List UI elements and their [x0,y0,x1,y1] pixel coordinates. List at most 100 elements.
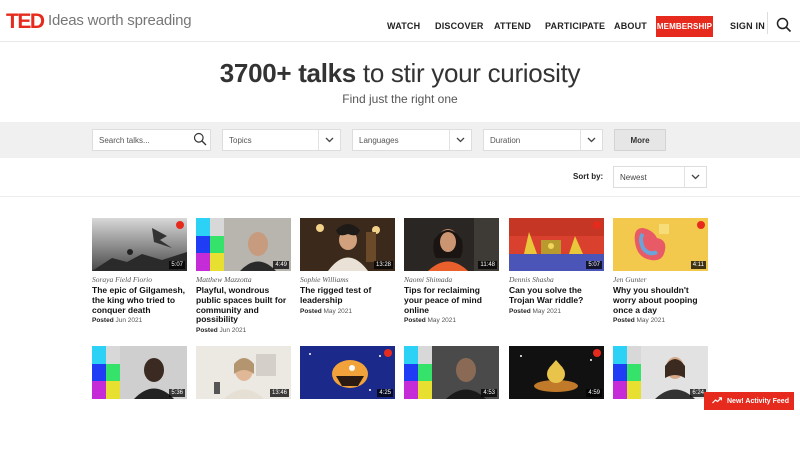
duration-badge: 4:25 [377,389,393,397]
talk-card[interactable]: 11:48 Naomi Shimada Tips for reclaiming … [404,218,499,324]
duration-badge: 4:49 [273,261,289,269]
duration-badge: 5:07 [169,261,185,269]
posted-label: Posted [404,317,426,325]
posted-date: May 2021 [532,307,562,315]
trending-up-icon [712,396,723,406]
talk-card[interactable]: 5:07 Soraya Field Fiorio The epic of Gil… [92,218,187,324]
page-title-count: 3700+ talks [219,58,357,88]
nav-attend[interactable]: ATTEND [494,22,531,31]
sort-value: Newest [620,172,647,182]
talk-card[interactable]: 4:53 [404,346,499,399]
divider [0,196,800,197]
chevron-down-icon [580,130,602,150]
talk-posted: Posted May 2021 [509,308,604,315]
talk-speaker: Dennis Shasha [509,275,554,284]
talk-card[interactable]: 5:07 Dennis Shasha Can you solve the Tro… [509,218,604,315]
topics-dropdown[interactable]: Topics [222,129,341,151]
talk-posted: Posted Jun 2021 [92,317,187,324]
header-search-icon[interactable] [776,17,792,38]
top-navigation-bar: TED Ideas worth spreading WATCH DISCOVER… [0,0,800,42]
posted-date: Jun 2021 [219,327,247,335]
posted-label: Posted [92,317,114,325]
talk-speaker: Sophie Williams [300,275,349,284]
duration-badge: 5:07 [586,261,602,269]
search-icon[interactable] [193,132,207,148]
membership-button[interactable]: MEMBERSHIP [656,16,713,37]
talk-card[interactable]: 4:11 Jen Gunter Why you shouldn't worry … [613,218,708,324]
talk-card[interactable]: 4:49 Matthew Mazzotta Playful, wondrous … [196,218,291,334]
nav-participate[interactable]: PARTICIPATE [545,22,605,31]
chevron-down-icon [684,167,706,187]
talk-posted: Posted May 2021 [300,308,395,315]
talk-thumbnail[interactable]: 4:11 [613,218,708,271]
ted-logo[interactable]: TED [6,11,45,32]
languages-label: Languages [359,135,399,145]
sort-label: Sort by: [573,172,604,181]
talk-thumbnail[interactable]: 4:25 [300,346,395,399]
talk-speaker: Matthew Mazzotta [196,275,252,284]
duration-badge: 13:28 [373,261,393,269]
talk-thumbnail[interactable]: 11:48 [404,218,499,271]
more-filters-button[interactable]: More [614,129,666,151]
talk-thumbnail[interactable]: 5:36 [92,346,187,399]
sign-in-link[interactable]: SIGN IN [730,22,765,31]
talk-card[interactable]: 13:46 [196,346,291,399]
topics-label: Topics [229,135,252,145]
nav-discover[interactable]: DISCOVER [435,22,484,31]
chevron-down-icon [318,130,340,150]
talk-thumbnail[interactable]: 4:59 [509,346,604,399]
talk-title[interactable]: The epic of Gilgamesh, the king who trie… [92,285,187,315]
talk-title[interactable]: The rigged test of leadership [300,285,395,306]
posted-label: Posted [509,307,531,315]
posted-date: May 2021 [323,307,353,315]
duration-badge: 4:53 [481,389,497,397]
sort-dropdown[interactable]: Newest [613,166,707,188]
activity-feed-label: New! Activity Feed [727,397,789,405]
talk-card[interactable]: 6:24 [613,346,708,399]
search-talks-input[interactable]: Search talks... [92,129,211,151]
talk-card[interactable]: 4:59 [509,346,604,399]
talk-title[interactable]: Tips for reclaiming your peace of mind o… [404,285,499,315]
talk-speaker: Jen Gunter [613,275,647,284]
duration-dropdown[interactable]: Duration [483,129,603,151]
talk-card[interactable]: 4:25 [300,346,395,399]
duration-badge: 13:46 [269,389,289,397]
talk-thumbnail[interactable]: 6:24 [613,346,708,399]
nav-watch[interactable]: WATCH [387,22,420,31]
talk-thumbnail[interactable]: 13:28 [300,218,395,271]
talk-title[interactable]: Playful, wondrous public spaces built fo… [196,285,291,325]
talk-thumbnail[interactable]: 4:53 [404,346,499,399]
activity-feed-button[interactable]: New! Activity Feed [704,392,794,410]
nav-about[interactable]: ABOUT [614,22,647,31]
posted-date: May 2021 [636,317,666,325]
talk-speaker: Naomi Shimada [404,275,453,284]
posted-date: Jun 2021 [115,317,143,325]
talk-title[interactable]: Why you shouldn't worry about pooping on… [613,285,708,315]
talk-speaker: Soraya Field Fiorio [92,275,152,284]
ted-badge-icon [593,349,601,357]
talk-posted: Posted May 2021 [404,317,499,324]
posted-date: May 2021 [427,317,457,325]
search-talks-placeholder: Search talks... [99,135,150,145]
page-subtitle: Find just the right one [342,92,458,106]
talk-thumbnail[interactable]: 4:49 [196,218,291,271]
talk-thumbnail[interactable]: 5:07 [92,218,187,271]
duration-badge: 4:59 [586,389,602,397]
duration-label: Duration [490,135,521,145]
posted-label: Posted [196,327,218,335]
ted-badge-icon [176,221,184,229]
duration-badge: 4:11 [690,261,706,269]
talk-card[interactable]: 5:36 [92,346,187,399]
ted-badge-icon [384,349,392,357]
languages-dropdown[interactable]: Languages [352,129,472,151]
talk-title[interactable]: Can you solve the Trojan War riddle? [509,285,604,306]
talk-card[interactable]: 13:28 Sophie Williams The rigged test of… [300,218,395,315]
posted-label: Posted [300,307,322,315]
tagline: Ideas worth spreading [48,12,192,29]
talk-thumbnail[interactable]: 13:46 [196,346,291,399]
header-divider [767,12,768,34]
talk-thumbnail[interactable]: 5:07 [509,218,604,271]
duration-badge: 11:48 [478,261,497,269]
ted-badge-icon [593,221,601,229]
talk-posted: Posted May 2021 [613,317,708,324]
